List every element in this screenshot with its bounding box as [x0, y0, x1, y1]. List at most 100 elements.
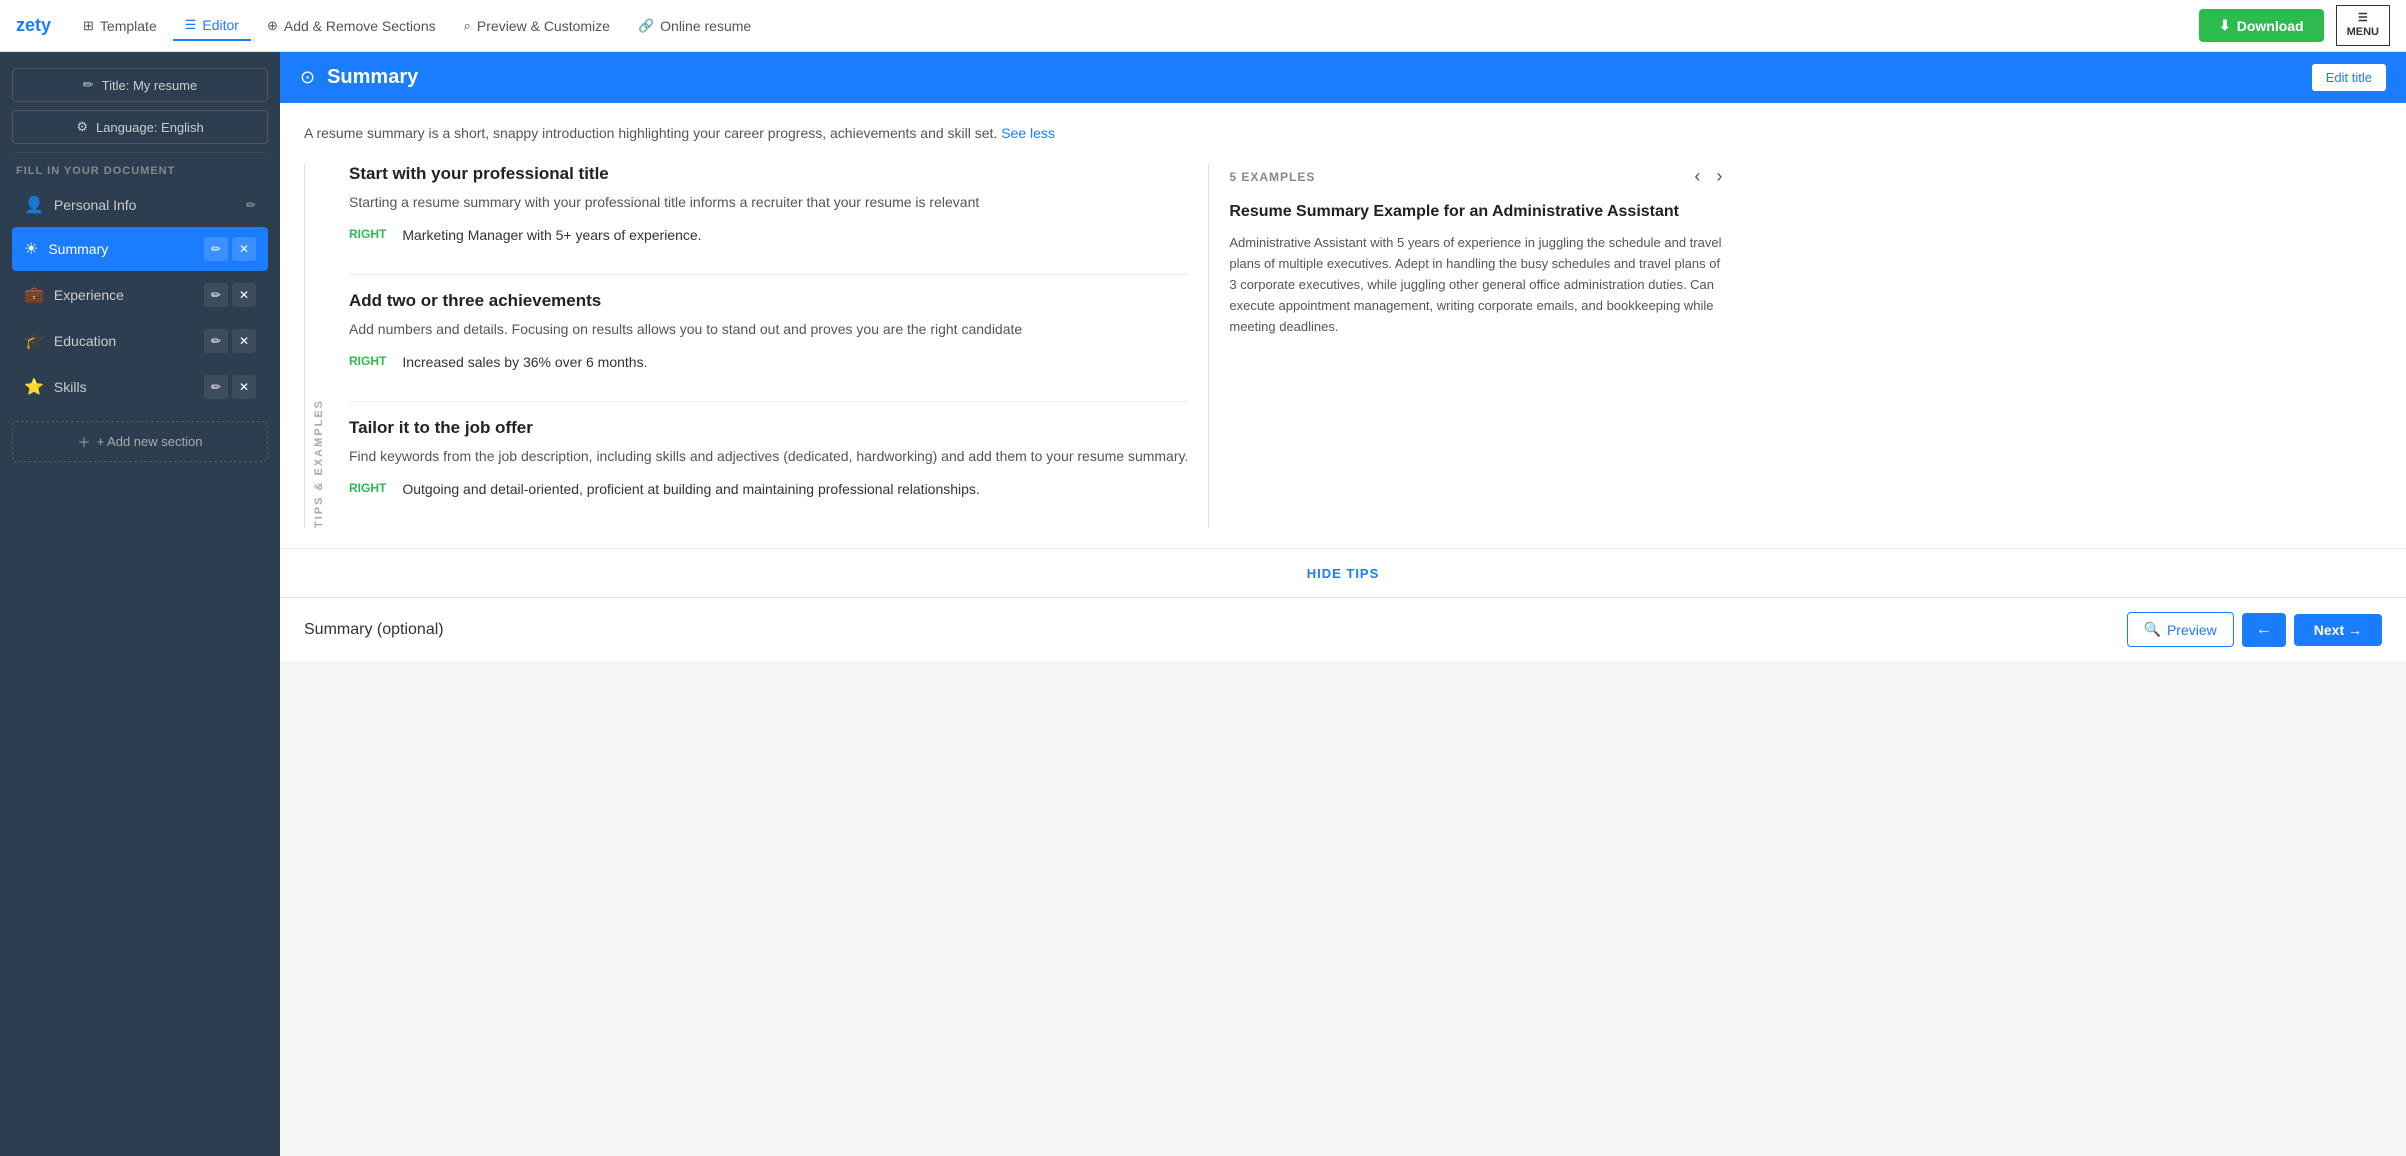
- sidebar-item-skills[interactable]: ⭐ Skills ✏ ✕: [12, 365, 268, 409]
- tip-2-badge: RIGHT: [349, 352, 386, 368]
- language-button[interactable]: ⚙ Language: English: [12, 110, 268, 144]
- title-button[interactable]: ✏ Title: My resume: [12, 68, 268, 102]
- examples-prev-button[interactable]: ‹: [1688, 164, 1706, 189]
- tips-main: Start with your professional title Start…: [349, 164, 1208, 528]
- edit-title-button[interactable]: Edit title: [2312, 64, 2386, 91]
- examples-sidebar: 5 EXAMPLES ‹ › Resume Summary Example fo…: [1208, 164, 1728, 528]
- remove-summary-button[interactable]: ✕: [232, 237, 256, 261]
- tip-2-example-text: Increased sales by 36% over 6 months.: [402, 352, 647, 373]
- description-text: A resume summary is a short, snappy intr…: [304, 125, 997, 141]
- download-label: Download: [2237, 18, 2304, 34]
- tip-2-example: RIGHT Increased sales by 36% over 6 mont…: [349, 352, 1188, 373]
- preview-button[interactable]: 🔍 Preview: [2127, 612, 2234, 647]
- section-header-icon: ⊙: [300, 67, 315, 88]
- edit-experience-button[interactable]: ✏: [204, 283, 228, 307]
- download-button[interactable]: ⬇ Download: [2199, 9, 2324, 42]
- tip-3-example-text: Outgoing and detail-oriented, proficient…: [402, 479, 979, 500]
- person-icon: 👤: [24, 195, 44, 215]
- tip-1-badge: RIGHT: [349, 225, 386, 241]
- education-icon: 🎓: [24, 331, 44, 351]
- menu-label: MENU: [2347, 26, 2379, 38]
- tip-3-title: Tailor it to the job offer: [349, 418, 1188, 438]
- next-button[interactable]: Next →: [2294, 614, 2382, 646]
- online-resume-icon: 🔗: [638, 18, 654, 34]
- sidebar-item-summary[interactable]: ☀ Summary ✏ ✕: [12, 227, 268, 271]
- nav-template[interactable]: ⊞ Template: [71, 12, 169, 40]
- menu-button[interactable]: ☰ MENU: [2336, 5, 2390, 45]
- pencil-icon: ✏: [83, 77, 94, 93]
- title-label: Title: My resume: [102, 78, 198, 93]
- sidebar: ✏ Title: My resume ⚙ Language: English F…: [0, 52, 280, 1156]
- main-content: ⊙ Summary Edit title A resume summary is…: [280, 52, 2406, 1156]
- tip-3-example: RIGHT Outgoing and detail-oriented, prof…: [349, 479, 1188, 500]
- tip-1-title: Start with your professional title: [349, 164, 1188, 184]
- fill-label: FILL IN YOUR DOCUMENT: [12, 152, 268, 185]
- examples-nav: ‹ ›: [1688, 164, 1728, 189]
- tips-rotated-label: TIPS & EXAMPLES: [304, 164, 333, 528]
- nav-preview-customize-label: Preview & Customize: [477, 18, 610, 34]
- edit-summary-button[interactable]: ✏: [204, 237, 228, 261]
- skills-actions: ✏ ✕: [204, 375, 256, 399]
- tip-3-desc: Find keywords from the job description, …: [349, 446, 1188, 467]
- tips-layout: Start with your professional title Start…: [349, 164, 1728, 528]
- skills-icon: ⭐: [24, 377, 44, 397]
- tip-1-example: RIGHT Marketing Manager with 5+ years of…: [349, 225, 1188, 246]
- edit-education-button[interactable]: ✏: [204, 329, 228, 353]
- hide-tips-link[interactable]: HIDE TIPS: [1307, 566, 1380, 581]
- edit-title-label: Edit title: [2326, 70, 2372, 85]
- nav-preview-customize[interactable]: ⌕ Preview & Customize: [452, 12, 622, 40]
- remove-skills-button[interactable]: ✕: [232, 375, 256, 399]
- bottom-actions: 🔍 Preview ← Next →: [2127, 612, 2382, 647]
- template-icon: ⊞: [83, 18, 94, 34]
- edit-skills-button[interactable]: ✏: [204, 375, 228, 399]
- examples-next-button[interactable]: ›: [1710, 164, 1728, 189]
- nav-items: ⊞ Template ☰ Editor ⊕ Add & Remove Secti…: [71, 11, 2199, 41]
- nav-add-remove-label: Add & Remove Sections: [284, 18, 436, 34]
- section-description: A resume summary is a short, snappy intr…: [304, 123, 2382, 144]
- examples-count-label: 5 EXAMPLES: [1229, 170, 1315, 184]
- divider-1: [349, 274, 1188, 275]
- nav-right: ⬇ Download ☰ MENU: [2199, 5, 2390, 45]
- add-section-button[interactable]: ＋ + Add new section: [12, 421, 268, 462]
- sidebar-item-personal-info[interactable]: 👤 Personal Info ✏: [12, 185, 268, 225]
- back-button[interactable]: ←: [2242, 613, 2286, 647]
- tip-1-desc: Starting a resume summary with your prof…: [349, 192, 1188, 213]
- nav-online-resume[interactable]: 🔗 Online resume: [626, 12, 763, 40]
- tip-professional-title: Start with your professional title Start…: [349, 164, 1188, 246]
- skills-label: Skills: [54, 379, 194, 395]
- education-label: Education: [54, 333, 194, 349]
- preview-search-icon: 🔍: [2144, 621, 2161, 638]
- hide-tips-bar: HIDE TIPS: [280, 548, 2406, 597]
- nav-template-label: Template: [100, 18, 157, 34]
- education-actions: ✏ ✕: [204, 329, 256, 353]
- summary-label: Summary: [48, 241, 194, 257]
- nav-add-remove[interactable]: ⊕ Add & Remove Sections: [255, 12, 448, 40]
- tips-rotated-container: TIPS & EXAMPLES Start with your professi…: [304, 164, 2382, 528]
- example-body: Administrative Assistant with 5 years of…: [1229, 233, 1728, 337]
- top-nav: zety ⊞ Template ☰ Editor ⊕ Add & Remove …: [0, 0, 2406, 52]
- sidebar-item-experience[interactable]: 💼 Experience ✏ ✕: [12, 273, 268, 317]
- nav-editor[interactable]: ☰ Editor: [173, 11, 251, 41]
- experience-label: Experience: [54, 287, 194, 303]
- add-section-label: + Add new section: [97, 434, 203, 449]
- summary-actions: ✏ ✕: [204, 237, 256, 261]
- see-less-link[interactable]: See less: [1001, 125, 1055, 141]
- examples-count-bar: 5 EXAMPLES ‹ ›: [1229, 164, 1728, 189]
- add-remove-icon: ⊕: [267, 18, 278, 34]
- sidebar-item-education[interactable]: 🎓 Education ✏ ✕: [12, 319, 268, 363]
- remove-experience-button[interactable]: ✕: [232, 283, 256, 307]
- hamburger-icon: ☰: [2347, 12, 2379, 25]
- download-icon: ⬇: [2219, 17, 2231, 34]
- edit-personal-icon: ✏: [246, 198, 256, 212]
- preview-label: Preview: [2167, 622, 2217, 638]
- divider-2: [349, 401, 1188, 402]
- personal-info-label: Personal Info: [54, 197, 236, 213]
- language-label: Language: English: [96, 120, 204, 135]
- remove-education-button[interactable]: ✕: [232, 329, 256, 353]
- tip-achievements: Add two or three achievements Add number…: [349, 291, 1188, 373]
- experience-actions: ✏ ✕: [204, 283, 256, 307]
- section-header-title: Summary: [327, 66, 2300, 89]
- gear-icon: ⚙: [76, 119, 88, 135]
- example-title: Resume Summary Example for an Administra…: [1229, 201, 1728, 223]
- plus-icon: ＋: [78, 432, 91, 451]
